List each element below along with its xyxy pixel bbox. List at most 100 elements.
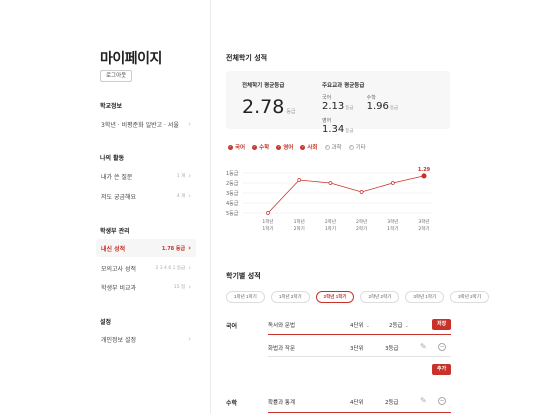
unit-label: 등급 bbox=[389, 106, 399, 111]
grade-value: 3등급 bbox=[385, 346, 399, 352]
subject-value: 1.34 bbox=[322, 124, 345, 135]
sidebar-item-curious[interactable]: 저도 궁금해요 4 개 › bbox=[96, 187, 196, 205]
sidebar-item-value: 2 3 4 6 1 등급 bbox=[155, 266, 186, 271]
subject-name: 영어 bbox=[322, 118, 332, 124]
row-divider-active bbox=[268, 412, 451, 413]
legend-label: 과학 bbox=[331, 145, 342, 151]
legend-science[interactable]: ✓ 과학 bbox=[324, 143, 342, 151]
legend-social[interactable]: ✓ 사회 bbox=[300, 143, 318, 151]
chevron-right-icon: › bbox=[188, 243, 191, 252]
school-info-item[interactable]: 3학년 · 비평준화 일반고 · 서울 › bbox=[96, 115, 196, 133]
pencil-icon[interactable]: ✎ bbox=[420, 343, 427, 351]
units-value: 4단위 bbox=[350, 323, 364, 329]
legend-korean[interactable]: ✓ 국어 bbox=[228, 143, 245, 151]
legend-label: 수학 bbox=[259, 145, 270, 151]
chevron-right-icon: › bbox=[188, 119, 191, 128]
legend-etc[interactable]: ✓ 기타 bbox=[348, 143, 366, 151]
subject-name: 수학 bbox=[366, 95, 376, 101]
sidebar-item-label: 내가 쓴 질문 bbox=[101, 173, 133, 181]
school-info-heading: 학교정보 bbox=[100, 103, 123, 110]
x-tick-label: 1학년 bbox=[294, 218, 305, 225]
sidebar-item-label: 모의고사 성적 bbox=[101, 265, 137, 273]
sidebar-item-school-grades[interactable]: 내신 성적 1.78 등급 › bbox=[96, 239, 196, 257]
data-point bbox=[359, 190, 364, 194]
group-subject-korean: 국어 bbox=[226, 323, 238, 330]
x-tick-label: 1학기 bbox=[325, 225, 336, 232]
course-name: 확률과 통계 bbox=[268, 400, 296, 406]
check-icon: ✓ bbox=[348, 144, 354, 150]
legend-math[interactable]: ✓ 수학 bbox=[252, 143, 269, 151]
sidebar-item-my-questions[interactable]: 내가 쓴 질문 1 개 › bbox=[96, 167, 196, 185]
grade-trend-chart: 1등급2등급3등급4등급5등급1학년1학기1학년2학기2학년1학기2학년2학기3… bbox=[226, 167, 432, 232]
chevron-right-icon: › bbox=[188, 334, 191, 343]
data-point bbox=[297, 178, 302, 182]
grade-select[interactable]: 2등급 ⌄ bbox=[389, 321, 409, 329]
data-point bbox=[390, 181, 395, 185]
x-tick-label: 1학년 bbox=[262, 218, 273, 225]
subject-avg-math: 수학 1.96등급 bbox=[367, 94, 399, 112]
y-tick-label: 4등급 bbox=[226, 201, 239, 207]
subject-value: 1.96 bbox=[366, 101, 389, 112]
major-avg-caption: 주요교과 평균등급 bbox=[322, 83, 365, 89]
subject-name: 국어 bbox=[322, 95, 332, 101]
chevron-right-icon: › bbox=[188, 171, 191, 180]
legend-label: 국어 bbox=[235, 145, 246, 151]
sidebar-item-mock-exam[interactable]: 모의고사 성적 2 3 4 6 1 등급 › bbox=[96, 259, 196, 277]
records-heading: 학생부 관리 bbox=[100, 228, 130, 235]
save-button[interactable]: 저장 bbox=[432, 319, 452, 330]
check-icon: ✓ bbox=[276, 144, 282, 150]
subject-avg-korean: 국어 2.13등급 bbox=[322, 94, 354, 112]
x-tick-label: 2학년 bbox=[356, 218, 367, 225]
tab-semester-2-1[interactable]: 2학년 1학기 bbox=[315, 291, 355, 303]
logout-button[interactable]: 로그아웃 bbox=[100, 70, 133, 82]
sidebar-item-label: 내신 성적 bbox=[101, 245, 126, 253]
sidebar-item-label: 저도 궁금해요 bbox=[101, 193, 137, 201]
course-name: 화법과 작문 bbox=[268, 346, 296, 352]
sidebar-item-value: 15 점 bbox=[173, 285, 186, 290]
check-icon: ✓ bbox=[300, 144, 306, 150]
chevron-down-icon: ⌄ bbox=[404, 323, 409, 329]
semester-title: 학기별 성적 bbox=[226, 272, 261, 280]
series-line bbox=[267, 175, 425, 214]
overall-summary-card: 전체학기 평균등급 2.78 등급 주요교과 평균등급 국어 2.13등급 수학 … bbox=[226, 71, 450, 135]
chevron-right-icon: › bbox=[188, 191, 191, 200]
remove-icon[interactable]: − bbox=[438, 343, 446, 351]
add-button[interactable]: 추가 bbox=[432, 364, 452, 375]
chart-legend: ✓ 국어 ✓ 수학 ✓ 영어 ✓ 사회 ✓ 과학 ✓ 기타 bbox=[228, 143, 366, 151]
legend-english[interactable]: ✓ 영어 bbox=[276, 143, 293, 151]
data-point bbox=[421, 173, 427, 179]
settings-heading: 설정 bbox=[100, 319, 112, 326]
y-tick-label: 3등급 bbox=[226, 191, 239, 197]
y-tick-label: 2등급 bbox=[226, 181, 239, 187]
legend-label: 기타 bbox=[355, 145, 366, 151]
tab-semester-3-1[interactable]: 3학년 1학기 bbox=[405, 291, 445, 303]
sidebar-item-extracurricular[interactable]: 학생부 비교과 15 점 › bbox=[96, 278, 196, 296]
data-point bbox=[266, 211, 270, 215]
tab-semester-2-2[interactable]: 2학년 2학기 bbox=[360, 291, 400, 303]
x-tick-label: 1학기 bbox=[387, 225, 398, 232]
data-label: 1.29 bbox=[418, 167, 431, 173]
chevron-down-icon: ⌄ bbox=[365, 323, 370, 329]
legend-label: 사회 bbox=[307, 145, 318, 151]
my-activity-heading: 나의 활동 bbox=[100, 155, 125, 162]
sidebar-item-privacy-settings[interactable]: 개인정보 설정 › bbox=[96, 330, 196, 348]
x-tick-label: 1학기 bbox=[262, 225, 273, 232]
tab-semester-3-2[interactable]: 3학년 2학기 bbox=[450, 291, 489, 303]
units-select[interactable]: 4단위 ⌄ bbox=[350, 321, 370, 329]
check-icon: ✓ bbox=[252, 144, 258, 150]
x-tick-label: 3학년 bbox=[418, 218, 429, 225]
sidebar: 마이페이지 로그아웃 학교정보 3학년 · 비평준화 일반고 · 서울 › 나의… bbox=[0, 0, 211, 414]
pencil-icon[interactable]: ✎ bbox=[420, 397, 427, 405]
tab-semester-1-1[interactable]: 1학년 1학기 bbox=[226, 291, 265, 303]
sidebar-item-value: 4 개 bbox=[176, 194, 186, 199]
units-value: 4단위 bbox=[350, 400, 364, 406]
check-icon: ✓ bbox=[228, 144, 233, 150]
semester-tabs: 1학년 1학기 1학년 2학기 2학년 1학기 2학년 2학기 3학년 1학기 … bbox=[226, 291, 489, 303]
x-tick-label: 2학년 bbox=[325, 218, 336, 225]
tab-semester-1-2[interactable]: 1학년 2학기 bbox=[270, 291, 310, 303]
course-name: 독서와 문법 bbox=[268, 323, 296, 329]
group-subject-math: 수학 bbox=[226, 400, 238, 407]
subject-value: 2.13 bbox=[322, 101, 345, 112]
remove-icon[interactable]: − bbox=[438, 397, 446, 405]
sidebar-item-label: 학생부 비교과 bbox=[101, 284, 137, 292]
